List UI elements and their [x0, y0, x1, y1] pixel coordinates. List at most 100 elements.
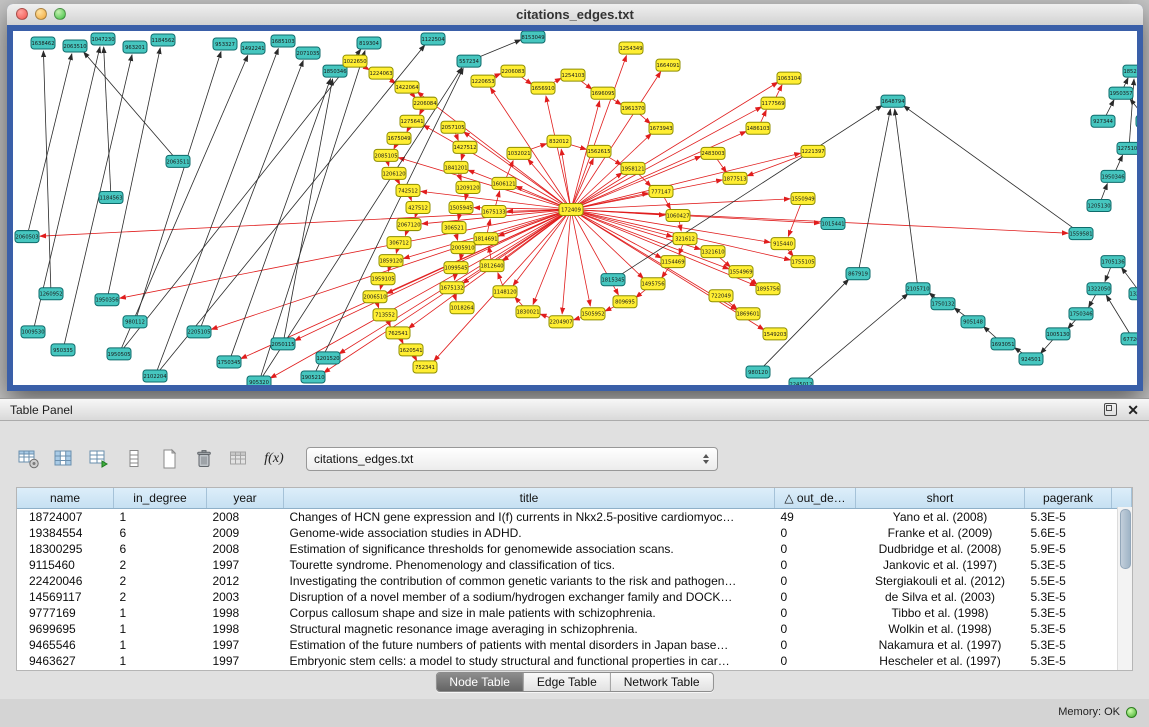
- graph-node[interactable]: 819304: [357, 37, 381, 49]
- table-row[interactable]: 969969511998Structural magnetic resonanc…: [17, 621, 1132, 637]
- graph-node[interactable]: 1060427: [666, 210, 690, 222]
- table-row[interactable]: 946362711997Embryonic stem cells: a mode…: [17, 653, 1132, 669]
- column-visibility-icon[interactable]: [51, 446, 77, 472]
- graph-node[interactable]: 1032021: [507, 147, 531, 159]
- graph-node[interactable]: 1018264: [450, 302, 474, 314]
- graph-node[interactable]: 1486103: [746, 122, 770, 134]
- table-row[interactable]: 1456911722003Disruption of a novel membe…: [17, 589, 1132, 605]
- column-header[interactable]: name: [17, 488, 114, 509]
- graph-node[interactable]: 1750345: [217, 356, 241, 368]
- graph-node[interactable]: 172409: [559, 203, 583, 215]
- graph-node[interactable]: 2205105: [187, 326, 211, 338]
- graph-node[interactable]: 1705136: [1101, 256, 1125, 268]
- graph-node[interactable]: 1750132: [931, 298, 955, 310]
- graph-node[interactable]: 1950346: [1101, 170, 1125, 182]
- graph-node[interactable]: 1148120: [493, 286, 517, 298]
- graph-node[interactable]: 1869601: [736, 308, 760, 320]
- graph-node[interactable]: 1022650: [343, 55, 367, 67]
- graph-node[interactable]: 1206120: [382, 167, 406, 179]
- graph-node[interactable]: 1562615: [587, 145, 611, 157]
- delete-column-icon[interactable]: [191, 446, 217, 472]
- graph-node[interactable]: 2245012: [789, 378, 813, 385]
- table-row[interactable]: 977716911998Corpus callosum shape and si…: [17, 605, 1132, 621]
- row-options-icon[interactable]: [121, 446, 147, 472]
- graph-node[interactable]: 1422064: [395, 81, 419, 93]
- graph-node[interactable]: 927344: [1091, 115, 1115, 127]
- tab-node-table[interactable]: Node Table: [436, 673, 524, 691]
- graph-node[interactable]: 2067120: [397, 219, 421, 231]
- graph-node[interactable]: 1009530: [21, 326, 45, 338]
- graph-node[interactable]: 713552: [373, 309, 397, 321]
- table-row[interactable]: 946554611997Estimation of the future num…: [17, 637, 1132, 653]
- create-column-icon[interactable]: [156, 446, 182, 472]
- graph-node[interactable]: 1696095: [591, 87, 615, 99]
- graph-node[interactable]: 1675049: [387, 132, 411, 144]
- graph-node[interactable]: 809695: [613, 296, 637, 308]
- graph-node[interactable]: 1275103: [1117, 142, 1137, 154]
- import-table-icon[interactable]: [226, 446, 252, 472]
- graph-node[interactable]: 2102204: [143, 370, 167, 382]
- graph-node[interactable]: 1958121: [621, 162, 645, 174]
- graph-node[interactable]: 1648794: [881, 95, 905, 107]
- graph-node[interactable]: 1656910: [531, 82, 555, 94]
- graph-node[interactable]: 1852103: [1123, 65, 1137, 77]
- column-header[interactable]: in_degree: [114, 488, 207, 509]
- graph-node[interactable]: 1895756: [756, 283, 780, 295]
- table-settings-icon[interactable]: [16, 446, 42, 472]
- graph-node[interactable]: 1275641: [400, 115, 424, 127]
- network-graph-canvas[interactable]: 1638462206351010472309632011184562953327…: [13, 31, 1137, 385]
- graph-node[interactable]: 2005910: [451, 242, 475, 254]
- graph-node[interactable]: 1209120: [456, 181, 480, 193]
- graph-node[interactable]: 980112: [123, 316, 147, 328]
- tab-edge-table[interactable]: Edge Table: [524, 673, 611, 691]
- graph-node[interactable]: 1675132: [440, 282, 464, 294]
- graph-node[interactable]: 1606121: [492, 177, 516, 189]
- graph-node[interactable]: 1750346: [1069, 308, 1093, 320]
- graph-node[interactable]: 1154469: [661, 256, 685, 268]
- window-titlebar[interactable]: citations_edges.txt: [7, 4, 1143, 26]
- table-selector-dropdown[interactable]: citations_edges.txt: [306, 447, 718, 471]
- column-header[interactable]: title: [284, 488, 775, 509]
- graph-node[interactable]: 2006510: [363, 291, 387, 303]
- graph-node[interactable]: 1841201: [444, 161, 468, 173]
- graph-node[interactable]: 1812640: [480, 260, 504, 272]
- table-row[interactable]: 1938455462009Genome-wide association stu…: [17, 525, 1132, 541]
- minimize-window-button[interactable]: [35, 8, 47, 20]
- graph-node[interactable]: 1950357: [1109, 87, 1133, 99]
- graph-node[interactable]: 950335: [51, 344, 75, 356]
- graph-node[interactable]: 677205: [1121, 333, 1137, 345]
- graph-node[interactable]: 2060503: [15, 231, 39, 243]
- table-row[interactable]: 1872400712008Changes of HCN gene express…: [17, 509, 1132, 526]
- graph-node[interactable]: 905320: [247, 376, 271, 385]
- graph-node[interactable]: 1814691: [474, 233, 498, 245]
- table-row[interactable]: 911546021997Tourette syndrome. Phenomeno…: [17, 557, 1132, 573]
- graph-node[interactable]: 1815345: [601, 274, 625, 286]
- graph-node[interactable]: 1492241: [241, 42, 265, 54]
- graph-node[interactable]: 1950505: [107, 348, 131, 360]
- graph-node[interactable]: 1830021: [516, 306, 540, 318]
- table-scrollbar-thumb[interactable]: [1120, 509, 1131, 569]
- graph-node[interactable]: 2057105: [441, 121, 465, 133]
- graph-node[interactable]: 1205130: [1087, 199, 1111, 211]
- graph-node[interactable]: 1224063: [369, 67, 393, 79]
- graph-node[interactable]: 2071035: [296, 47, 320, 59]
- table-row[interactable]: 2242004622012Investigating the contribut…: [17, 573, 1132, 589]
- graph-node[interactable]: 1063104: [777, 72, 801, 84]
- graph-node[interactable]: 306712: [387, 237, 411, 249]
- graph-node[interactable]: 1559581: [1069, 228, 1093, 240]
- graph-node[interactable]: 1505945: [449, 201, 473, 213]
- graph-node[interactable]: 752341: [413, 361, 437, 373]
- graph-node[interactable]: 2050115: [271, 338, 295, 350]
- graph-node[interactable]: 1675133: [482, 205, 506, 217]
- graph-node[interactable]: 1427512: [453, 141, 477, 153]
- graph-node[interactable]: 915440: [771, 238, 795, 250]
- close-panel-icon[interactable]: ✕: [1127, 403, 1139, 417]
- graph-node[interactable]: 1177569: [761, 97, 785, 109]
- float-panel-icon[interactable]: [1104, 403, 1117, 416]
- graph-node[interactable]: 777147: [649, 185, 673, 197]
- graph-node[interactable]: 1755105: [791, 256, 815, 268]
- graph-node[interactable]: 1184563: [99, 191, 123, 203]
- graph-node[interactable]: 1877513: [723, 172, 747, 184]
- graph-node[interactable]: 762541: [386, 327, 410, 339]
- graph-node[interactable]: 1099545: [444, 262, 468, 274]
